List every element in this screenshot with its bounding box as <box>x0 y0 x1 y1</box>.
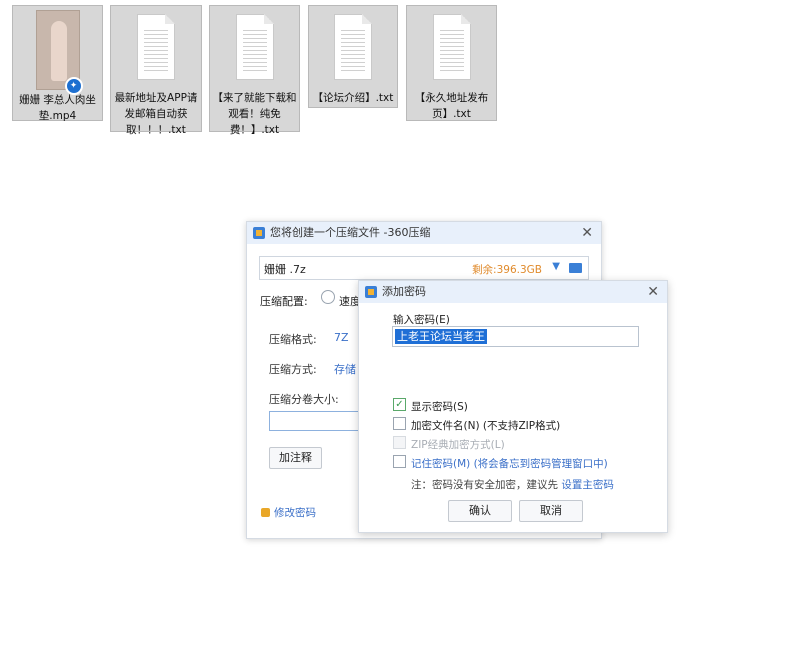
txt-file-icon <box>137 14 175 80</box>
compress-config-label: 压缩配置: <box>260 295 308 308</box>
txt-file-icon <box>432 14 471 80</box>
remember-password-label[interactable]: 记住密码(M) (将会备忘到密码管理窗口中) <box>411 456 608 471</box>
360zip-app-icon <box>253 227 265 239</box>
compress-window-title: 您将创建一个压缩文件 -360压缩 <box>270 226 431 239</box>
show-password-checkbox[interactable]: ✓ <box>393 398 406 411</box>
lock-icon <box>261 508 270 517</box>
method-label: 压缩方式: <box>269 363 317 376</box>
txt-file-icon <box>235 14 274 80</box>
archive-filename-field[interactable]: 姗姗 .7z 剩余:396.3GB ▼ <box>259 256 589 280</box>
password-titlebar: 添加密码 ✕ <box>359 281 667 303</box>
file-txt[interactable]: 最新地址及APP请发邮箱自动获取！！！.txt <box>110 5 202 136</box>
add-comment-button[interactable]: 加注释 <box>269 447 322 469</box>
file-txt[interactable]: 【永久地址发布页】.txt <box>406 5 497 121</box>
volume-size-label: 压缩分卷大小: <box>269 393 339 406</box>
format-label: 压缩格式: <box>269 333 317 346</box>
zip-classic-checkbox <box>393 436 406 449</box>
password-input[interactable]: 上老王论坛当老王 <box>392 326 639 347</box>
file-name: 姗姗 李总人肉坐垫.mp4 <box>19 94 96 122</box>
security-note: 注：密码没有安全加密，建议先 设置主密码 <box>411 477 614 492</box>
file-txt[interactable]: 【来了就能下载和观看！纯免费！】.txt <box>209 5 300 136</box>
file-txt[interactable]: 【论坛介绍】.txt <box>308 5 398 108</box>
add-password-dialog: 添加密码 ✕ 输入密码(E) 上老王论坛当老王 ✓ 显示密码(S) 加密文件名(… <box>358 280 668 533</box>
change-password-link[interactable]: 修改密码 <box>261 505 316 520</box>
encrypt-filenames-checkbox[interactable] <box>393 417 406 430</box>
security-note-text: 注：密码没有安全加密，建议先 <box>411 479 562 491</box>
show-password-label[interactable]: 显示密码(S) <box>411 399 468 414</box>
set-master-password-link[interactable]: 设置主密码 <box>561 479 614 491</box>
encrypt-filenames-label[interactable]: 加密文件名(N) (不支持ZIP格式) <box>411 418 560 433</box>
zip-classic-label: ZIP经典加密方式(L) <box>411 439 505 451</box>
change-password-label: 修改密码 <box>274 507 316 519</box>
close-icon[interactable]: ✕ <box>647 281 659 303</box>
cancel-button[interactable]: 取消 <box>519 500 583 522</box>
format-value[interactable]: 7Z <box>334 331 349 344</box>
video-thumbnail: ✦ <box>35 10 83 95</box>
close-icon[interactable]: ✕ <box>581 222 593 244</box>
method-value[interactable]: 存储 <box>334 361 356 377</box>
file-name: 最新地址及APP请发邮箱自动获取！！！.txt <box>114 92 198 136</box>
file-name: 【来了就能下载和观看！纯免费！】.txt <box>212 92 297 136</box>
password-value: 上老王论坛当老王 <box>395 329 487 344</box>
remember-password-checkbox[interactable] <box>393 455 406 468</box>
360zip-app-icon <box>365 286 377 298</box>
confirm-button[interactable]: 确认 <box>448 500 512 522</box>
chevron-down-icon[interactable]: ▼ <box>552 261 560 272</box>
password-input-label: 输入密码(E) <box>393 314 450 326</box>
speed-radio[interactable] <box>321 290 335 304</box>
folder-icon[interactable] <box>569 263 582 273</box>
compress-titlebar: 您将创建一个压缩文件 -360压缩 ✕ <box>247 222 601 244</box>
file-name: 【永久地址发布页】.txt <box>414 92 489 120</box>
free-space-label: 剩余:396.3GB <box>472 264 542 276</box>
txt-file-icon <box>334 14 372 80</box>
password-dialog-title: 添加密码 <box>382 285 426 298</box>
archive-filename: 姗姗 .7z <box>264 263 306 276</box>
file-name: 【论坛介绍】.txt <box>312 92 394 104</box>
file-video[interactable]: ✦ 姗姗 李总人肉坐垫.mp4 <box>12 5 103 122</box>
